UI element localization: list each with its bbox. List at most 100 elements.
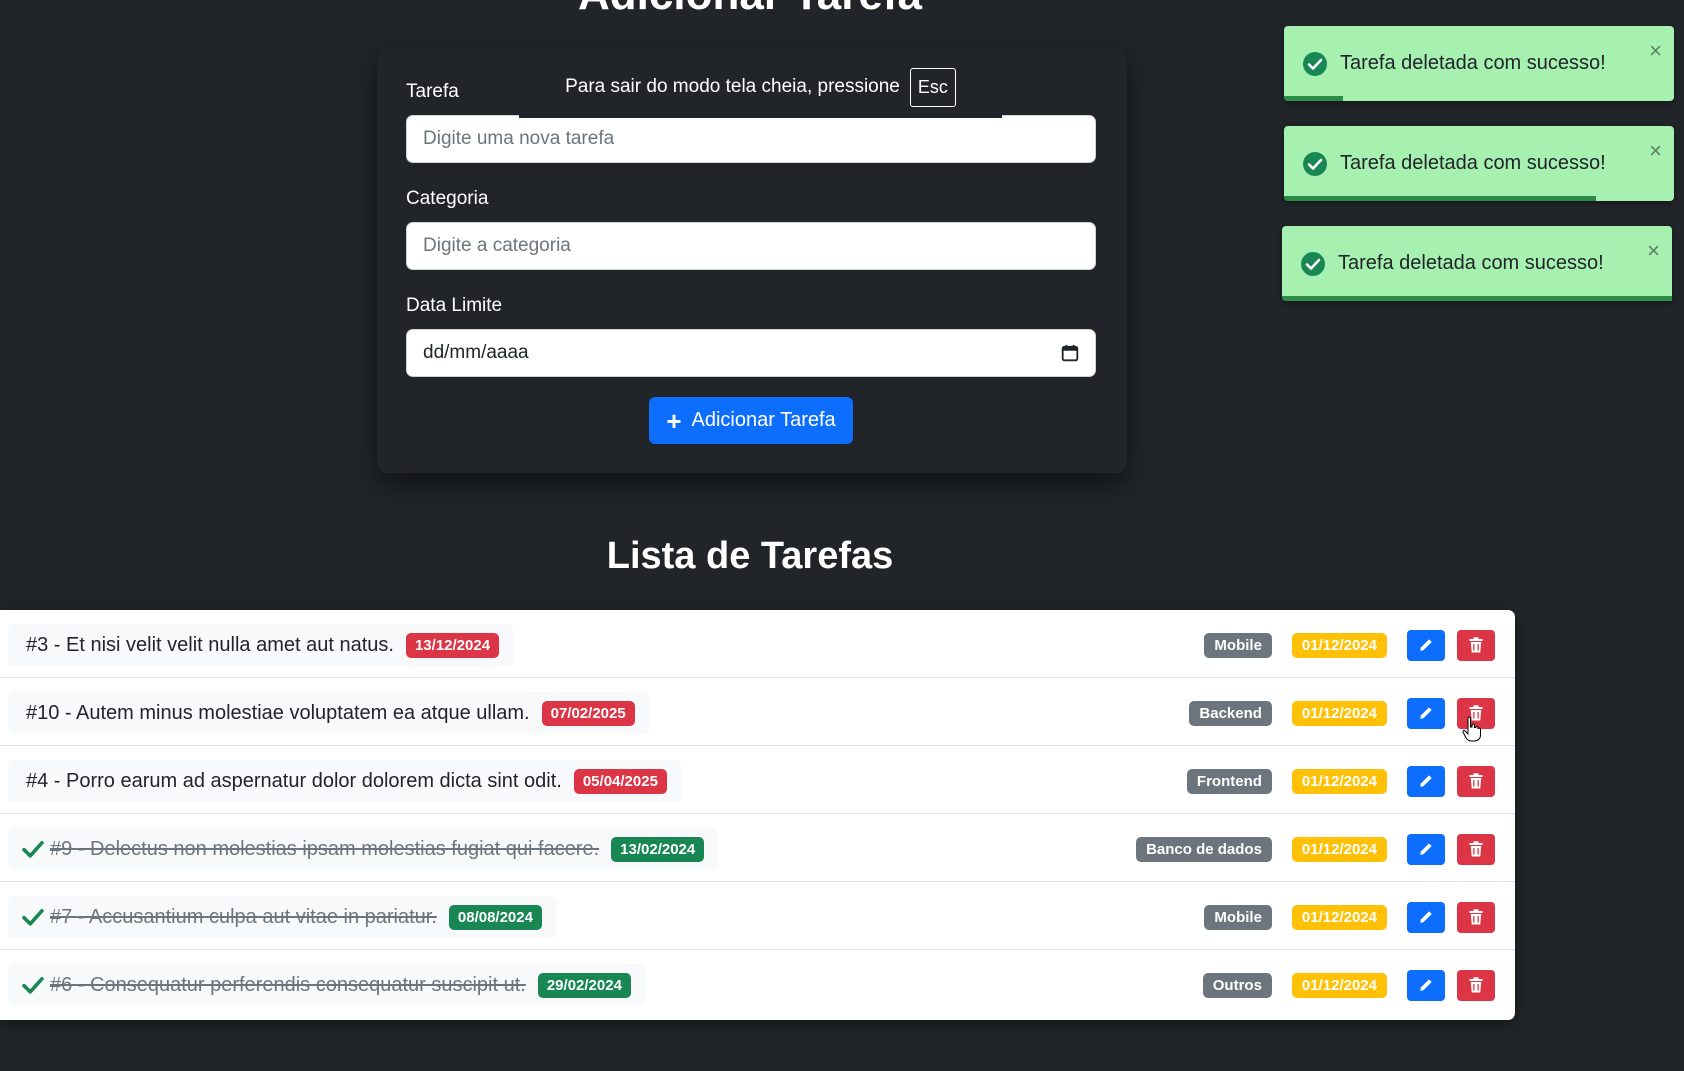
pencil-icon (1420, 775, 1432, 787)
success-check-icon (1303, 51, 1327, 76)
created-date-badge: 01/12/2024 (1291, 904, 1387, 930)
task-list-title: Lista de Tarefas (606, 535, 894, 577)
task-text: #7 - Accusantium culpa aut vitae in pari… (50, 905, 437, 928)
success-check-icon (1301, 251, 1325, 276)
created-date-badge: 01/12/2024 (1291, 768, 1387, 794)
success-check-icon (1303, 151, 1327, 176)
task-actions: Backend 01/12/2024 (1189, 697, 1495, 729)
edit-button[interactable] (1407, 697, 1445, 729)
task-row: #10 - Autem minus molestiae voluptatem e… (0, 678, 1515, 746)
calendar-icon[interactable] (1061, 344, 1079, 362)
category-badge: Mobile (1204, 904, 1272, 930)
due-date-placeholder: dd/mm/aaaa (423, 342, 529, 363)
check-icon (22, 977, 44, 994)
category-input-field[interactable] (423, 235, 1079, 257)
category-input[interactable] (406, 222, 1096, 270)
task-item[interactable]: #9 - Delectus non molestias ipsam molest… (8, 828, 719, 870)
trash-icon (1469, 841, 1483, 857)
task-row: #6 - Consequatur perferendis consequatur… (0, 950, 1515, 1018)
task-row: #3 - Et nisi velit velit nulla amet aut … (0, 610, 1515, 678)
delete-button[interactable] (1457, 629, 1495, 661)
task-input-field[interactable] (423, 128, 1079, 150)
close-icon[interactable]: × (1649, 38, 1662, 64)
add-task-button-label: Adicionar Tarefa (691, 409, 836, 431)
delete-button[interactable] (1457, 833, 1495, 865)
pencil-icon (1420, 843, 1432, 855)
task-item[interactable]: #7 - Accusantium culpa aut vitae in pari… (8, 896, 556, 938)
category-badge: Outros (1202, 972, 1272, 998)
delete-button[interactable] (1457, 969, 1495, 1001)
check-icon (22, 841, 44, 858)
add-task-button[interactable]: + Adicionar Tarefa (649, 397, 853, 444)
category-badge: Frontend (1186, 768, 1272, 794)
task-text: #10 - Autem minus molestiae voluptatem e… (26, 701, 530, 724)
edit-button[interactable] (1407, 833, 1445, 865)
due-date-badge: 13/02/2024 (611, 836, 705, 862)
due-date-badge: 29/02/2024 (537, 972, 631, 998)
fullscreen-exit-hint: Para sair do modo tela cheia, pressione … (519, 56, 1002, 118)
toast-message: Tarefa deletada com sucesso! (1340, 52, 1606, 74)
created-date-badge: 01/12/2024 (1291, 972, 1387, 998)
success-toast: Tarefa deletada com sucesso! × (1284, 26, 1674, 101)
trash-icon (1469, 909, 1483, 925)
toast-message: Tarefa deletada com sucesso! (1338, 252, 1604, 274)
toast-message: Tarefa deletada com sucesso! (1340, 152, 1606, 174)
task-text: #6 - Consequatur perferendis consequatur… (50, 973, 526, 996)
task-row: #7 - Accusantium culpa aut vitae in pari… (0, 882, 1515, 950)
hand-cursor-icon (1462, 716, 1481, 742)
success-toast: Tarefa deletada com sucesso! × (1284, 126, 1674, 201)
category-badge: Banco de dados (1136, 836, 1272, 862)
pencil-icon (1420, 979, 1432, 991)
toast-progress-bar (1284, 196, 1596, 201)
task-actions: Frontend 01/12/2024 (1186, 765, 1495, 797)
task-label: Tarefa (406, 81, 459, 102)
task-text: #9 - Delectus non molestias ipsam molest… (50, 837, 600, 860)
task-item[interactable]: #4 - Porro earum ad aspernatur dolor dol… (8, 760, 681, 802)
task-item[interactable]: #10 - Autem minus molestiae voluptatem e… (8, 692, 649, 734)
edit-button[interactable] (1407, 901, 1445, 933)
close-icon[interactable]: × (1647, 238, 1660, 264)
due-date-input[interactable]: dd/mm/aaaa (406, 329, 1096, 377)
toast-progress-bar (1284, 96, 1343, 101)
task-row: #4 - Porro earum ad aspernatur dolor dol… (0, 746, 1515, 814)
edit-button[interactable] (1407, 765, 1445, 797)
edit-button[interactable] (1407, 969, 1445, 1001)
form-title: Adicionar Tarefa (0, 0, 1500, 20)
due-date-label: Data Limite (406, 295, 503, 316)
created-date-badge: 01/12/2024 (1291, 836, 1387, 862)
task-item[interactable]: #6 - Consequatur perferendis consequatur… (8, 964, 645, 1006)
category-label: Categoria (406, 188, 489, 209)
due-date-badge: 05/04/2025 (573, 768, 667, 794)
task-actions: Outros 01/12/2024 (1202, 969, 1495, 1001)
edit-button[interactable] (1407, 629, 1445, 661)
esc-key: Esc (909, 67, 956, 107)
check-icon (22, 909, 44, 926)
pencil-icon (1420, 911, 1432, 923)
created-date-badge: 01/12/2024 (1291, 632, 1387, 658)
task-row: #9 - Delectus non molestias ipsam molest… (0, 814, 1515, 882)
task-list: #3 - Et nisi velit velit nulla amet aut … (0, 610, 1515, 1020)
task-input[interactable] (406, 115, 1096, 163)
task-text: #4 - Porro earum ad aspernatur dolor dol… (26, 769, 562, 792)
close-icon[interactable]: × (1649, 138, 1662, 164)
trash-icon (1469, 773, 1483, 789)
category-badge: Backend (1189, 700, 1272, 726)
pencil-icon (1420, 707, 1432, 719)
trash-icon (1469, 637, 1483, 653)
plus-icon: + (666, 405, 682, 436)
toast-progress-bar (1282, 296, 1672, 301)
task-item[interactable]: #3 - Et nisi velit velit nulla amet aut … (8, 624, 514, 666)
created-date-badge: 01/12/2024 (1291, 700, 1387, 726)
delete-button[interactable] (1457, 901, 1495, 933)
fullscreen-hint-text: Para sair do modo tela cheia, pressione (565, 76, 900, 97)
due-date-badge: 13/12/2024 (405, 632, 500, 658)
due-date-badge: 08/08/2024 (448, 904, 542, 930)
task-actions: Mobile 01/12/2024 (1204, 629, 1495, 661)
task-text: #3 - Et nisi velit velit nulla amet aut … (26, 633, 394, 656)
due-date-badge: 07/02/2025 (541, 700, 635, 726)
delete-button[interactable] (1457, 765, 1495, 797)
task-actions: Mobile 01/12/2024 (1204, 901, 1495, 933)
task-actions: Banco de dados 01/12/2024 (1136, 833, 1495, 865)
success-toast: Tarefa deletada com sucesso! × (1282, 226, 1672, 301)
category-badge: Mobile (1204, 632, 1272, 658)
